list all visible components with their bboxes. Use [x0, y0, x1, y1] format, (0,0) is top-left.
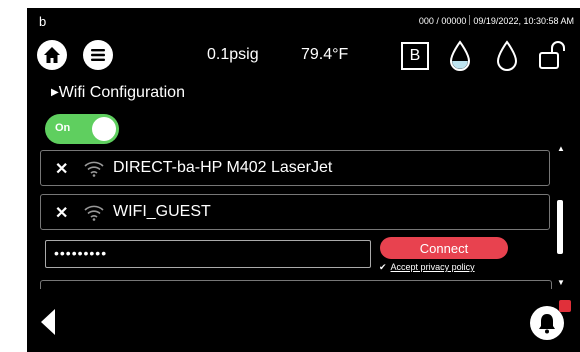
home-button[interactable] — [37, 40, 67, 70]
section-title-label: Wifi Configuration — [58, 84, 185, 101]
drop-outline-icon — [496, 40, 518, 71]
lock-button[interactable] — [538, 40, 568, 75]
unlock-icon — [539, 41, 565, 69]
network-row[interactable]: ✕ DIRECT-ba-HP M402 LaserJet — [40, 150, 550, 186]
menu-button[interactable] — [83, 40, 113, 70]
device-screen: b 000 / 00000 09/19/2022, 10:30:58 AM 0.1… — [27, 8, 580, 352]
check-icon: ✔ — [379, 262, 387, 272]
toggle-knob — [92, 117, 116, 141]
scrollbar-thumb[interactable] — [557, 200, 563, 254]
privacy-policy-checkbox[interactable]: ✔ Accept privacy policy — [379, 262, 475, 273]
drop-outline-button[interactable] — [495, 40, 519, 77]
status-bar: 000 / 00000 09/19/2022, 10:30:58 AM — [419, 15, 574, 26]
mode-button[interactable]: B — [401, 42, 429, 70]
wifi-config-header[interactable]: ▶Wifi Configuration — [51, 84, 185, 102]
scroll-down-arrow-icon[interactable]: ▼ — [557, 278, 565, 287]
network-ssid: WIFI_GUEST — [113, 203, 211, 220]
counter-readout: 000 / 00000 — [418, 16, 467, 26]
pressure-readout: 0.1psig — [207, 46, 259, 63]
network-ssid: DIRECT-ba-HP M402 LaserJet — [113, 159, 333, 176]
temperature-readout: 79.4°F — [301, 46, 349, 63]
forget-network-icon[interactable]: ✕ — [55, 203, 68, 223]
network-row-partial[interactable] — [40, 280, 552, 289]
drop-half-button[interactable] — [448, 40, 472, 77]
wifi-toggle[interactable]: On — [45, 114, 119, 144]
network-row[interactable]: ✕ WIFI_GUEST — [40, 194, 550, 230]
password-field[interactable]: ••••••••• — [45, 240, 371, 268]
forget-network-icon[interactable]: ✕ — [55, 159, 68, 179]
status-divider — [469, 15, 471, 25]
caret-right-icon: ▶ — [51, 87, 59, 98]
back-arrow-icon — [41, 309, 55, 335]
menu-icon — [91, 49, 105, 61]
workstation-label: b — [39, 14, 47, 29]
toggle-label: On — [55, 122, 71, 134]
alert-badge — [559, 300, 571, 312]
drop-half-filled-icon — [449, 40, 471, 71]
privacy-policy-link[interactable]: Accept privacy policy — [391, 262, 475, 272]
bell-icon — [539, 314, 555, 334]
datetime-readout: 09/19/2022, 10:30:58 AM — [473, 16, 574, 26]
wifi-icon — [83, 159, 105, 182]
home-icon — [44, 47, 60, 63]
back-button[interactable] — [39, 308, 57, 341]
wifi-icon — [83, 203, 105, 226]
scroll-up-arrow-icon[interactable]: ▲ — [557, 144, 565, 153]
connect-button[interactable]: Connect — [380, 237, 508, 259]
